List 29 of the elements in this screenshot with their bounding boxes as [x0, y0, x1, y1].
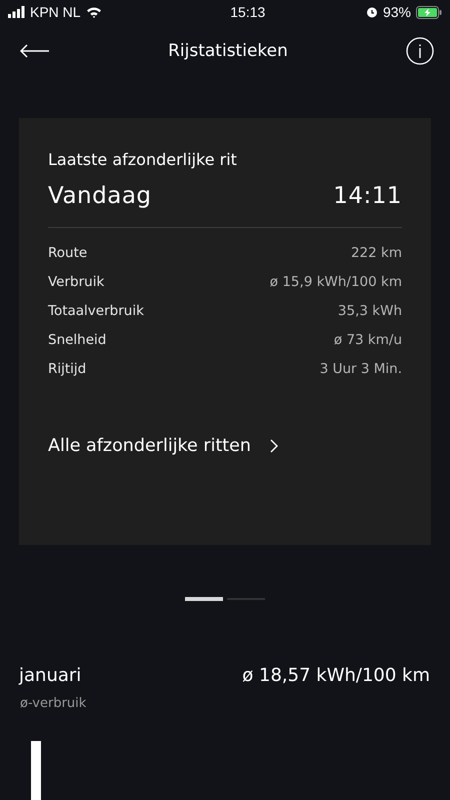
stat-value: 3 Uur 3 Min.: [320, 360, 402, 379]
chevron-right-icon: [269, 438, 280, 454]
consumption-caption: ø-verbruik: [20, 696, 88, 711]
monthly-consumption: ø 18,57 kWh/100 km: [242, 665, 430, 686]
battery-percentage: 93%: [382, 4, 411, 20]
trip-time: 14:11: [333, 183, 402, 209]
stat-label: Route: [48, 244, 88, 263]
info-button[interactable]: [406, 37, 434, 65]
signal-icon: [8, 6, 25, 18]
stat-value: 222 km: [350, 244, 402, 263]
all-trips-link[interactable]: Alle afzonderlijke ritten: [48, 436, 280, 456]
clock-time: 15:13: [230, 4, 266, 20]
stat-label: Rijtijd: [48, 360, 86, 379]
stat-label: Verbruik: [48, 273, 104, 292]
alarm-icon: [366, 6, 378, 18]
stat-value: ø 73 km/u: [334, 331, 402, 350]
month-label: januari: [19, 665, 82, 686]
battery-icon: [416, 6, 442, 18]
trip-day: Vandaag: [48, 183, 152, 209]
wifi-icon: [86, 6, 102, 18]
screen-title: Rijstatistieken: [168, 41, 288, 61]
stat-label: Totaalverbruik: [48, 302, 144, 321]
stat-label: Snelheid: [48, 331, 106, 350]
chart-bar: [31, 741, 41, 800]
stat-value: 35,3 kWh: [338, 302, 402, 321]
stat-value: ø 15,9 kWh/100 km: [270, 273, 402, 292]
back-button[interactable]: [20, 44, 50, 58]
card-heading: Laatste afzonderlijke rit: [48, 150, 238, 169]
carrier-name: KPN NL: [30, 4, 81, 20]
